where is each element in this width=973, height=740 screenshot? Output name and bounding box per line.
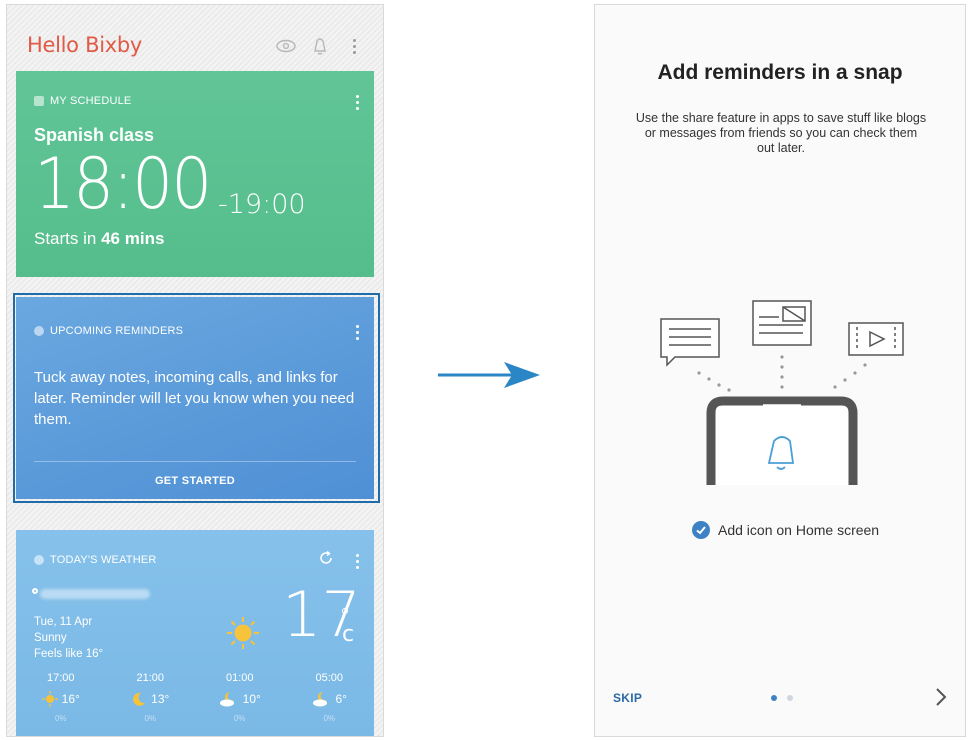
checkbox-checked-icon[interactable] [692,521,710,539]
reminders-card-title: UPCOMING REMINDERS [34,325,183,337]
add-home-icon-option[interactable]: Add icon on Home screen [692,521,879,539]
location-name [40,589,150,599]
get-started-button[interactable]: GET STARTED [16,475,374,487]
article-icon [752,300,812,346]
weather-card[interactable]: TODAY'S WEATHER Tue, 11 Apr Sunny Feels … [16,530,374,736]
schedule-card-title: MY SCHEDULE [34,95,131,107]
hourly-forecast: 17:00 16° 0% 21:00 13° 0% 01:00 10° 0% 0… [16,672,374,723]
sun-icon [227,617,259,649]
forecast-item: 05:00 6° 0% [285,672,375,723]
reminder-icon [34,326,44,336]
vision-eye-icon[interactable] [275,35,297,57]
skip-button[interactable]: SKIP [613,691,642,705]
reminders-more-icon[interactable] [354,325,360,343]
page-dot [787,695,793,701]
forecast-item: 17:00 16° 0% [16,672,106,723]
forecast-item: 21:00 13° 0% [106,672,196,723]
calendar-icon [34,96,44,106]
intro-title: Add reminders in a snap [657,61,903,84]
refresh-icon[interactable] [318,550,334,566]
divider [34,461,356,462]
reminder-bell-icon[interactable] [309,35,331,57]
temperature-unit: c [342,622,355,647]
page-indicator [771,695,793,701]
moon-cloud-icon [219,692,234,707]
checkbox-label: Add icon on Home screen [718,522,880,538]
bixby-header: Hello Bixby [7,5,383,73]
event-countdown: Starts in 46 mins [34,229,165,248]
moon-icon [133,692,146,706]
intro-description: Use the share feature in apps to save st… [635,111,927,155]
weather-condition: Sunny [34,632,67,644]
app-title: Hello Bixby [27,33,143,57]
page-dot-active [771,695,777,701]
bixby-home-screen: Hello Bixby MY SCHEDULE Spanish class 18… [6,4,384,737]
transition-arrow-icon [438,362,540,388]
weather-date: Tue, 11 Apr [34,616,93,628]
weather-more-icon[interactable] [354,554,360,572]
weather-card-title: TODAY'S WEATHER [34,554,157,566]
event-start-time: 18:00 [34,143,212,225]
video-icon [848,322,904,356]
sun-icon [41,691,58,707]
moon-cloud-icon [312,692,327,707]
forecast-item: 01:00 10° 0% [195,672,285,723]
degree-symbol [342,608,348,614]
more-options-icon[interactable] [351,39,357,57]
reminders-card[interactable]: UPCOMING REMINDERS Tuck away notes, inco… [16,297,374,499]
event-end-time: -19:00 [218,189,306,220]
location-pin-icon [32,588,38,594]
reminder-intro-screen: Add reminders in a snap Use the share fe… [594,4,966,737]
phone-icon [706,396,858,485]
share-to-reminder-illustration [660,300,904,485]
reminders-description: Tuck away notes, incoming calls, and lin… [34,369,355,428]
weather-icon [34,555,44,565]
next-chevron-icon[interactable] [935,687,947,707]
schedule-card[interactable]: MY SCHEDULE Spanish class 18:00 -19:00 S… [16,71,374,277]
message-icon [660,318,720,367]
schedule-more-icon[interactable] [354,95,360,113]
weather-details: Tue, 11 Apr Sunny Feels like 16° [34,614,103,662]
weather-feels-like: Feels like 16° [34,648,104,660]
